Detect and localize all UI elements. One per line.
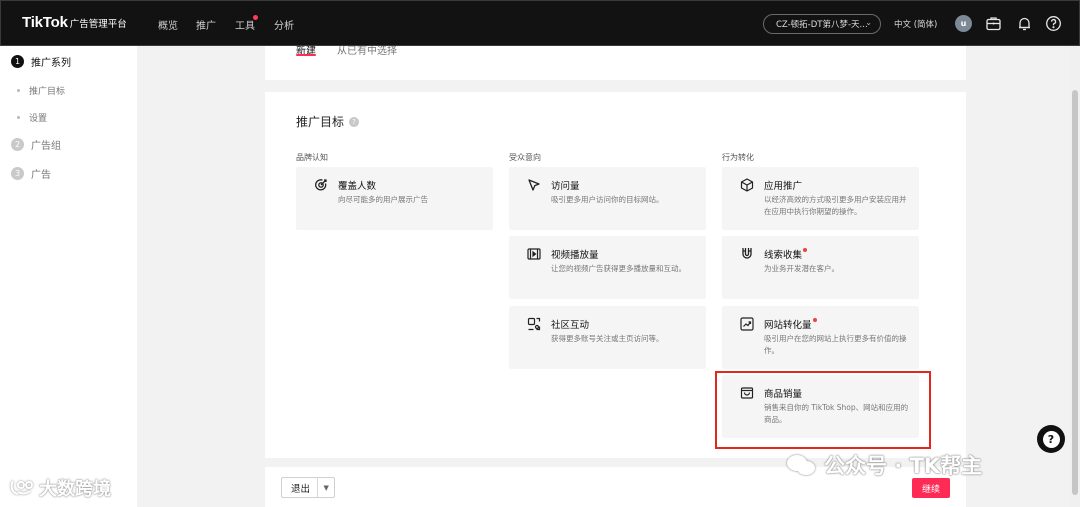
sidebar-step-ad[interactable]: 3 广告 [11, 166, 51, 181]
exit-label: 退出 [291, 483, 311, 495]
tab-active-indicator [296, 54, 316, 56]
option-desc: 让您的视频广告获得更多播放量和互动。 [551, 264, 686, 273]
logo-text: TikTok [22, 14, 68, 31]
step-label: 广告组 [31, 141, 61, 152]
option-traffic[interactable]: 访问量 吸引更多用户访问你的目标网站。 [509, 167, 706, 230]
chevron-down-icon: ⌄ [865, 18, 872, 27]
cursor-icon [527, 178, 541, 192]
target-icon [314, 178, 328, 192]
option-desc: 以经济高效的方式吸引更多用户安装应用并在应用中执行你期望的操作。 [764, 195, 907, 216]
watermark-left: 大数跨境 [9, 475, 111, 501]
option-app-promotion[interactable]: 应用推广 以经济高效的方式吸引更多用户安装应用并在应用中执行你期望的操作。 [722, 167, 919, 230]
step-number: 1 [11, 55, 24, 68]
option-title: 视频播放量 [551, 250, 599, 261]
option-desc: 向尽可能多的用户展示广告 [338, 195, 428, 204]
scrollbar[interactable] [1070, 46, 1080, 507]
new-badge [812, 318, 817, 322]
top-navigation-bar: TikTok 广告管理平台 概览 推广 工具 分析 CZ-顿拓-DT第八梦-天.… [0, 0, 1080, 46]
briefcase-icon[interactable] [985, 15, 1002, 32]
step-number: 3 [11, 167, 24, 180]
new-badge [803, 248, 808, 252]
sidebar: 1 推广系列 推广目标 设置 2 广告组 3 广告 [0, 46, 137, 507]
bullet [17, 89, 20, 92]
avatar[interactable]: u [955, 15, 972, 32]
option-title: 应用推广 [764, 181, 803, 192]
section-title: 推广目标 ? [296, 113, 360, 130]
option-title: 覆盖人数 [338, 181, 377, 192]
bell-icon[interactable] [1016, 15, 1033, 32]
section-title-text: 推广目标 [296, 115, 345, 129]
option-title: 线索收集 [764, 247, 808, 261]
option-title-text: 网站转化量 [764, 320, 812, 331]
option-title-text: 线索收集 [764, 250, 803, 261]
account-name: CZ-顿拓-DT第八梦-天... [776, 20, 868, 30]
logo[interactable]: TikTok 广告管理平台 [22, 14, 127, 31]
nav-tools[interactable]: 工具 [235, 17, 255, 32]
column-consideration: 受众意向 [509, 153, 541, 162]
magnet-icon [740, 247, 754, 261]
tab-existing[interactable]: 从已有中选择 [337, 46, 397, 57]
sidebar-step-adgroup[interactable]: 2 广告组 [11, 137, 61, 152]
step-label: 推广系列 [31, 58, 71, 69]
option-desc: 为业务开发潜在客户。 [764, 264, 839, 273]
cube-icon [740, 178, 754, 192]
question-icon: ? [1042, 430, 1060, 448]
option-community[interactable]: 社区互动 获得更多账号关注或主页访问等。 [509, 306, 706, 369]
nav-promote[interactable]: 推广 [196, 17, 216, 32]
question-icon[interactable]: ? [349, 116, 360, 127]
continue-button[interactable]: 继续 [912, 478, 950, 498]
option-reach[interactable]: 覆盖人数 向尽可能多的用户展示广告 [296, 167, 493, 230]
avatar-initial: u [960, 19, 967, 28]
column-awareness: 品牌认知 [296, 153, 328, 162]
chevron-down-icon[interactable]: ▼ [317, 478, 334, 497]
option-lead-generation[interactable]: 线索收集 为业务开发潜在客户。 [722, 236, 919, 299]
bullet [17, 116, 20, 119]
scrollbar-thumb[interactable] [1072, 90, 1078, 495]
nav-analytics[interactable]: 分析 [274, 17, 294, 32]
option-desc: 吸引更多用户访问你的目标网站。 [551, 195, 664, 204]
watermark-left-text: 大数跨境 [39, 479, 111, 500]
nav-overview[interactable]: 概览 [158, 17, 178, 32]
campaign-source-card: 新建 从已有中选择 [265, 46, 966, 80]
option-title: 网站转化量 [764, 317, 817, 331]
highlight-annotation [715, 371, 931, 449]
substep-label: 推广目标 [29, 87, 66, 97]
watermark-right-text: 公众号 · TK帮主 [824, 454, 983, 478]
substep-label: 设置 [29, 114, 48, 124]
option-desc: 获得更多账号关注或主页访问等。 [551, 334, 664, 343]
option-desc: 吸引用户在您的网站上执行更多有价值的操作。 [764, 334, 907, 355]
sidebar-substep-settings[interactable]: 设置 [17, 111, 47, 124]
wechat-icon [787, 455, 815, 475]
account-selector[interactable]: CZ-顿拓-DT第八梦-天... ⌄ [763, 14, 881, 34]
sidebar-step-campaign[interactable]: 1 推广系列 [11, 54, 71, 69]
trend-up-icon [740, 317, 754, 331]
option-website-conversions[interactable]: 网站转化量 吸引用户在您的网站上执行更多有价值的操作。 [722, 306, 919, 369]
option-title: 访问量 [551, 181, 580, 192]
watermark-right: 公众号 · TK帮主 [786, 450, 982, 480]
help-icon[interactable] [1045, 15, 1062, 32]
logo-subtitle: 广告管理平台 [69, 19, 127, 30]
video-icon [527, 247, 541, 261]
watermark-logo-icon [10, 480, 33, 495]
sidebar-substep-objective[interactable]: 推广目标 [17, 84, 65, 97]
floating-help-button[interactable]: ? [1037, 425, 1065, 453]
nav-tools-badge [253, 15, 258, 20]
column-conversion: 行为转化 [722, 153, 754, 162]
option-video-views[interactable]: 视频播放量 让您的视频广告获得更多播放量和互动。 [509, 236, 706, 299]
language-selector[interactable]: 中文 (简体) [894, 18, 937, 30]
step-label: 广告 [31, 170, 51, 181]
community-icon [527, 317, 541, 331]
option-title: 社区互动 [551, 320, 590, 331]
exit-button[interactable]: 退出 ▼ [281, 477, 335, 498]
step-number: 2 [11, 138, 24, 151]
